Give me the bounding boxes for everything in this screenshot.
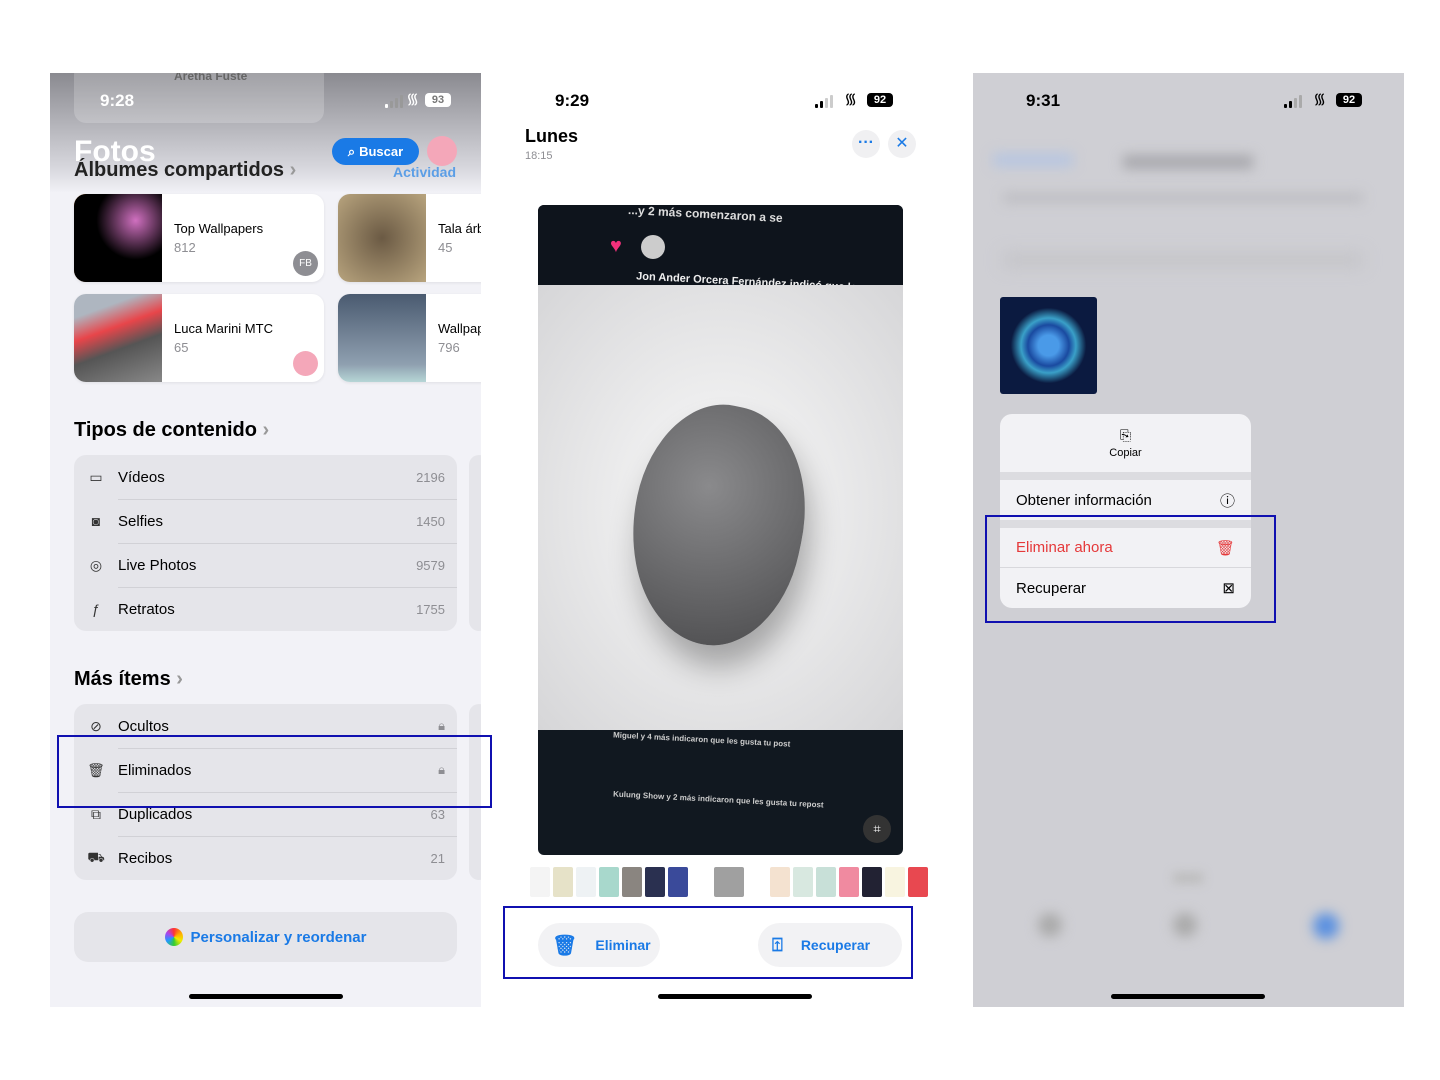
thumbnail[interactable] xyxy=(714,867,744,897)
mouse-image xyxy=(609,389,827,661)
member-badge: FB xyxy=(293,251,318,276)
list-item-videos[interactable]: ▭ Vídeos 2196 xyxy=(74,455,457,499)
list-item-live-photos[interactable]: ◎ Live Photos 9579 xyxy=(74,543,457,587)
status-bar: 9:31 ᯾ 92 xyxy=(973,91,1404,113)
search-button[interactable]: ⌕ Buscar xyxy=(332,138,419,165)
photo[interactable]: ...y 2 más comenzaron a se ♥ Jon Ander O… xyxy=(538,205,903,855)
thumbnail[interactable] xyxy=(622,867,642,897)
album-card[interactable]: Luca Marini MTC 65 xyxy=(74,294,324,382)
search-icon: ⌕ xyxy=(347,143,356,159)
signal-icon xyxy=(815,95,833,108)
album-card[interactable]: Tala árb 45 xyxy=(338,194,481,282)
copy-button[interactable]: ⎘ Copiar xyxy=(1000,414,1251,472)
content-types-list: ▭ Vídeos 2196 ◙ Selfies 1450 ◎ Live Photos 957… xyxy=(74,455,457,631)
list-item-receipts[interactable]: ⛟ Recibos 21 xyxy=(74,836,457,880)
photo-date-title: Lunes xyxy=(525,126,579,146)
duplicate-icon: ⧉ xyxy=(91,805,101,822)
status-bar: 9:28 ᯾ 93 xyxy=(50,91,481,113)
status-bar: 9:29 ᯾ 92 xyxy=(505,91,935,113)
shared-albums-header[interactable]: Álbumes compartidos › xyxy=(74,159,296,182)
signal-icon xyxy=(1284,95,1302,108)
album-card[interactable]: Wallpap 796 xyxy=(338,294,481,382)
battery-icon: 92 xyxy=(867,93,893,107)
wifi-icon: ᯾ xyxy=(844,91,857,108)
album-thumbnail xyxy=(74,294,162,382)
more-button[interactable]: ··· xyxy=(852,130,880,158)
activity-link[interactable]: Actividad xyxy=(393,164,456,180)
photos-app-icon xyxy=(164,928,183,946)
thumbnail[interactable] xyxy=(908,867,928,897)
cart-icon: ⛟ xyxy=(87,848,105,865)
portrait-icon: ƒ xyxy=(92,601,100,617)
photo-viewer-screen: 9:29 ᯾ 92 Lunes 18:15 ··· ✕ ...y 2 más c… xyxy=(505,73,935,1007)
thumbnail[interactable] xyxy=(668,867,688,897)
customize-button[interactable]: Personalizar y reordenar xyxy=(74,912,457,962)
wifi-icon: ᯾ xyxy=(406,91,419,108)
wifi-icon: ᯾ xyxy=(1313,91,1326,108)
copy-icon: ⎘ xyxy=(1119,427,1132,443)
thumbnail[interactable] xyxy=(691,867,711,897)
photo-time: 18:15 xyxy=(525,150,553,162)
highlight-box xyxy=(57,735,492,808)
album-thumbnail xyxy=(74,194,162,282)
get-info-item[interactable]: Obtener información ⓘ xyxy=(1000,480,1251,520)
thumbnail[interactable] xyxy=(645,867,665,897)
lock-icon: 🔒︎ xyxy=(438,718,445,733)
clock: 9:28 xyxy=(100,91,135,110)
thumbnail[interactable] xyxy=(747,867,767,897)
thumbnail[interactable] xyxy=(816,867,836,897)
thumbnail[interactable] xyxy=(862,867,882,897)
thumbnail[interactable] xyxy=(885,867,905,897)
album-card[interactable]: Top Wallpapers 812 FB xyxy=(74,194,324,282)
clock: 9:31 xyxy=(1026,91,1061,110)
content-types-header[interactable]: Tipos de contenido › xyxy=(74,419,269,442)
close-button[interactable]: ✕ xyxy=(888,130,916,158)
eye-slash-icon: ⊘ xyxy=(90,717,102,734)
home-indicator xyxy=(188,994,343,999)
album-thumbnail xyxy=(338,194,426,282)
video-icon: ▭ xyxy=(89,468,103,485)
live-photo-icon: ◎ xyxy=(89,556,103,573)
thumbnail[interactable] xyxy=(553,867,573,897)
thumbnail[interactable] xyxy=(576,867,596,897)
thumbnail-strip[interactable]: (function(){var c=['#f4f4f4','#e6e2c8','… xyxy=(530,867,928,897)
selfie-icon: ◙ xyxy=(91,513,101,529)
photos-library-screen: Aretha Fuste 9:28 ᯾ 93 Fotos Álbumes com… xyxy=(50,73,481,1007)
highlight-box xyxy=(985,515,1276,623)
list-item-selfies[interactable]: ◙ Selfies 1450 xyxy=(74,499,457,543)
avatar[interactable] xyxy=(427,136,457,166)
album-thumbnail xyxy=(338,294,426,382)
battery-icon: 93 xyxy=(425,93,451,107)
clock: 9:29 xyxy=(555,91,590,110)
list-item-portraits[interactable]: ƒ Retratos 1755 xyxy=(74,587,457,631)
thumbnail[interactable] xyxy=(599,867,619,897)
thumbnail[interactable] xyxy=(793,867,813,897)
more-items-header[interactable]: Más ítems › xyxy=(74,668,183,691)
heart-icon: ♥ xyxy=(610,235,622,257)
home-indicator xyxy=(658,994,812,999)
member-avatar xyxy=(293,351,318,376)
thumbnail[interactable] xyxy=(530,867,550,897)
live-text-icon[interactable]: ⌗ xyxy=(863,815,891,843)
thumbnail[interactable] xyxy=(770,867,790,897)
home-indicator xyxy=(1110,994,1265,999)
battery-icon: 92 xyxy=(1336,93,1362,107)
thumbnail[interactable] xyxy=(839,867,859,897)
signal-icon xyxy=(385,95,403,108)
highlight-box xyxy=(503,906,913,979)
selected-image xyxy=(1000,297,1097,394)
info-icon: ⓘ xyxy=(1219,492,1235,510)
